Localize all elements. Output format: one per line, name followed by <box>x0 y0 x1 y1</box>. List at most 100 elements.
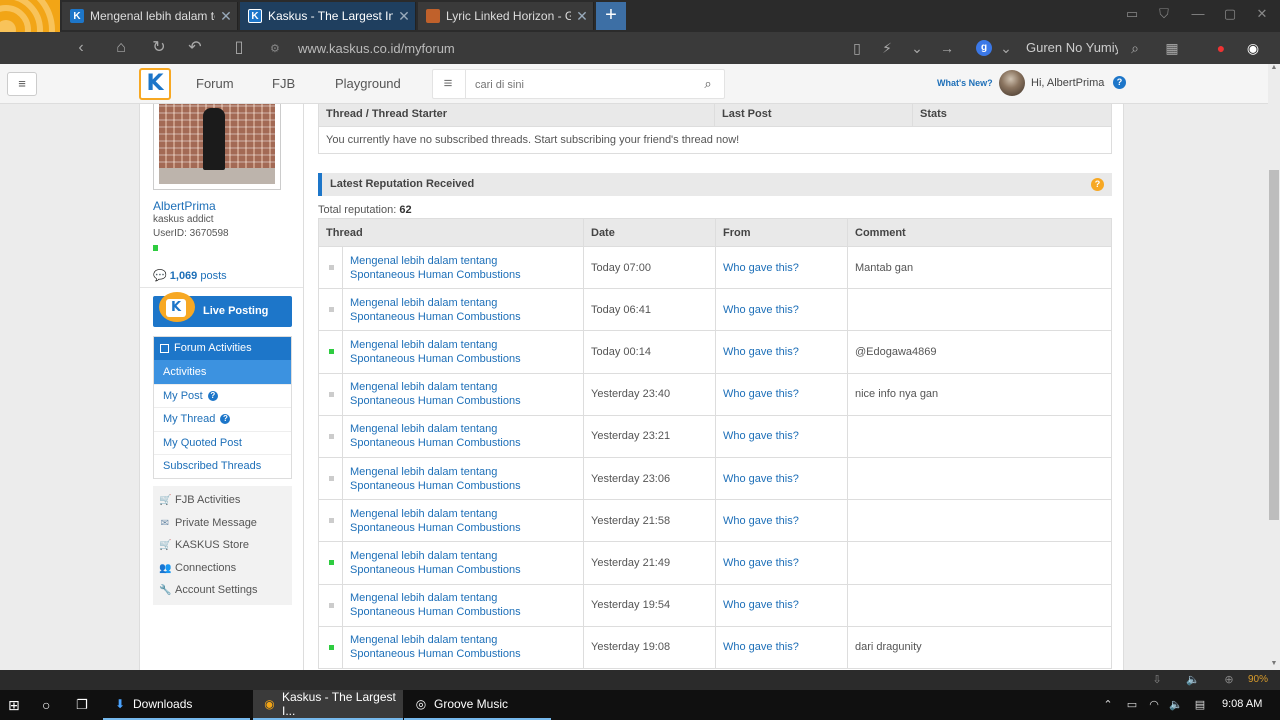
browser-tab-active[interactable]: K Kaskus - The Largest Indonesian Commun… <box>240 2 416 30</box>
reload-icon[interactable]: ↻ <box>148 38 170 58</box>
new-tab-button[interactable]: + <box>596 2 626 30</box>
who-gave-link[interactable]: Who gave this? <box>723 346 799 358</box>
help-icon[interactable]: ? <box>1091 178 1104 191</box>
whats-new-link[interactable]: What's New? <box>937 78 993 88</box>
zoom-icon[interactable]: ⊕ <box>1222 673 1236 687</box>
battery-icon[interactable]: ▭ <box>1124 698 1140 712</box>
thread-link[interactable]: Mengenal lebih dalam tentang Spontaneous… <box>350 633 565 661</box>
browser-tab[interactable]: K Mengenal lebih dalam tentang Spontaneo… <box>62 2 238 30</box>
sidebar-item-account-settings[interactable]: 🔧 Account Settings <box>153 579 292 602</box>
wifi-icon[interactable]: ◠ <box>1146 698 1162 712</box>
reader-icon[interactable]: ▯ <box>228 38 250 58</box>
thread-link[interactable]: Mengenal lebih dalam tentang Spontaneous… <box>350 465 565 493</box>
site-info-icon[interactable]: ⚙ <box>270 42 288 55</box>
nav-fjb[interactable]: FJB <box>272 76 295 91</box>
shirt-icon[interactable]: ⛉ <box>1152 6 1176 26</box>
profile-photo[interactable] <box>153 104 281 190</box>
extension-icon[interactable]: ◉ <box>1242 38 1264 58</box>
lightning-icon[interactable]: ⚡ <box>878 38 896 58</box>
scrollbar-thumb[interactable] <box>1269 170 1279 520</box>
sidebar-item-activities[interactable]: Activities <box>154 360 291 384</box>
nav-playground[interactable]: Playground <box>335 76 401 91</box>
sidebar-item-my-quoted-post[interactable]: My Quoted Post <box>154 430 291 455</box>
search-icon[interactable]: ⌕ <box>1126 38 1144 58</box>
thread-link[interactable]: Mengenal lebih dalam tentang Spontaneous… <box>350 338 565 366</box>
forward-arrow-icon[interactable]: → <box>938 38 956 58</box>
live-posting-button[interactable]: K Live Posting <box>153 292 292 327</box>
who-gave-link[interactable]: Who gave this? <box>723 557 799 569</box>
who-gave-link[interactable]: Who gave this? <box>723 599 799 611</box>
search-input[interactable] <box>475 76 685 94</box>
notification-icon[interactable]: ▤ <box>1192 698 1208 712</box>
profile-username[interactable]: AlbertPrima <box>153 199 216 213</box>
close-icon[interactable]: ✕ <box>571 8 593 25</box>
zoom-level[interactable]: 90% <box>1248 674 1268 685</box>
volume-icon[interactable]: 🔈 <box>1168 698 1184 712</box>
minimize-icon[interactable]: — <box>1186 6 1210 26</box>
who-gave-link[interactable]: Who gave this? <box>723 473 799 485</box>
who-gave-link[interactable]: Who gave this? <box>723 515 799 527</box>
who-gave-link[interactable]: Who gave this? <box>723 430 799 442</box>
browser-tab[interactable]: Lyric Linked Horizon - Guren No Yumiya ✕ <box>418 2 594 30</box>
thread-link[interactable]: Mengenal lebih dalam tentang Spontaneous… <box>350 549 565 577</box>
search-engine-icon[interactable]: g <box>976 40 992 56</box>
search-category-icon[interactable]: ≡ <box>439 75 457 93</box>
help-icon[interactable]: ? <box>207 390 218 401</box>
user-greeting[interactable]: Hi, AlbertPrima <box>1031 77 1104 89</box>
menu-icon[interactable]: ≡ <box>7 72 37 96</box>
sidebar-item-my-post[interactable]: My Post ? <box>154 383 291 408</box>
browser-search-input[interactable]: Guren No Yumiya <box>1026 40 1118 55</box>
chevron-down-icon[interactable]: ⌄ <box>908 38 926 58</box>
grid-icon[interactable]: ▦ <box>1162 38 1182 58</box>
restore-icon[interactable]: ▢ <box>1218 6 1242 26</box>
scroll-up-icon[interactable]: ▲ <box>1268 64 1280 74</box>
adblock-icon[interactable]: ● <box>1210 38 1232 58</box>
close-icon[interactable]: ✕ <box>215 8 237 25</box>
posts-count[interactable]: 💬 1,069 posts <box>153 264 303 282</box>
taskbar-app-groove-music[interactable]: ◎ Groove Music <box>404 690 551 720</box>
cortana-icon[interactable]: ○ <box>42 690 60 720</box>
page-scrollbar[interactable]: ▲ ▼ <box>1268 64 1280 670</box>
close-window-icon[interactable]: ✕ <box>1250 6 1274 26</box>
chevron-up-icon[interactable]: ⌃ <box>1100 698 1116 712</box>
undo-close-icon[interactable]: ↶ <box>184 38 206 58</box>
nav-forum[interactable]: Forum <box>196 76 234 91</box>
avatar[interactable] <box>999 70 1025 96</box>
thread-link[interactable]: Mengenal lebih dalam tentang Spontaneous… <box>350 296 565 324</box>
who-gave-link[interactable]: Who gave this? <box>723 304 799 316</box>
bookmark-book-icon[interactable]: ▯ <box>848 38 866 58</box>
sidebar-item-subscribed-threads[interactable]: Subscribed Threads <box>154 454 291 478</box>
thread-link[interactable]: Mengenal lebih dalam tentang Spontaneous… <box>350 380 565 408</box>
scroll-down-icon[interactable]: ▼ <box>1268 660 1280 670</box>
chevron-down-icon[interactable]: ⌄ <box>998 38 1014 58</box>
tab-list-icon[interactable]: ▭ <box>1120 6 1144 26</box>
sidebar-item-my-thread[interactable]: My Thread ? <box>154 407 291 431</box>
thread-link[interactable]: Mengenal lebih dalam tentang Spontaneous… <box>350 591 565 619</box>
home-icon[interactable]: ⌂ <box>110 38 132 58</box>
taskbar-app-downloads[interactable]: ⬇ Downloads <box>103 690 250 720</box>
who-gave-link[interactable]: Who gave this? <box>723 262 799 274</box>
task-view-icon[interactable]: ❐ <box>76 690 94 720</box>
kaskus-logo[interactable]: K <box>139 68 171 100</box>
download-icon[interactable]: ⇩ <box>1150 673 1164 687</box>
thread-link[interactable]: Mengenal lebih dalam tentang Spontaneous… <box>350 422 565 450</box>
who-gave-link[interactable]: Who gave this? <box>723 641 799 653</box>
url-field[interactable]: ⚙ www.kaskus.co.id/myforum <box>270 36 840 60</box>
who-gave-link[interactable]: Who gave this? <box>723 388 799 400</box>
help-icon[interactable]: ? <box>1113 76 1126 89</box>
taskbar-clock[interactable]: 9:08 AM <box>1222 698 1262 710</box>
volume-icon[interactable]: 🔈 <box>1186 673 1200 687</box>
help-icon[interactable]: ? <box>220 414 231 424</box>
forum-activities-header[interactable]: Forum Activities <box>154 337 291 360</box>
thread-link[interactable]: Mengenal lebih dalam tentang Spontaneous… <box>350 507 565 535</box>
sidebar-item-connections[interactable]: 👥 Connections <box>153 557 292 580</box>
sidebar-item-private-message[interactable]: ✉ Private Message <box>153 512 292 535</box>
search-icon[interactable]: ⌕ <box>700 76 716 92</box>
back-icon[interactable]: ‹ <box>70 38 92 58</box>
sidebar-item-fjb-activities[interactable]: 🛒 FJB Activities <box>153 489 292 512</box>
close-icon[interactable]: ✕ <box>393 8 415 25</box>
start-button[interactable]: ⊞ <box>8 690 28 720</box>
thread-link[interactable]: Mengenal lebih dalam tentang Spontaneous… <box>350 254 565 282</box>
taskbar-app-browser[interactable]: ◉ Kaskus - The Largest I... <box>253 690 403 720</box>
sidebar-item-kaskus-store[interactable]: 🛒 KASKUS Store <box>153 534 292 557</box>
